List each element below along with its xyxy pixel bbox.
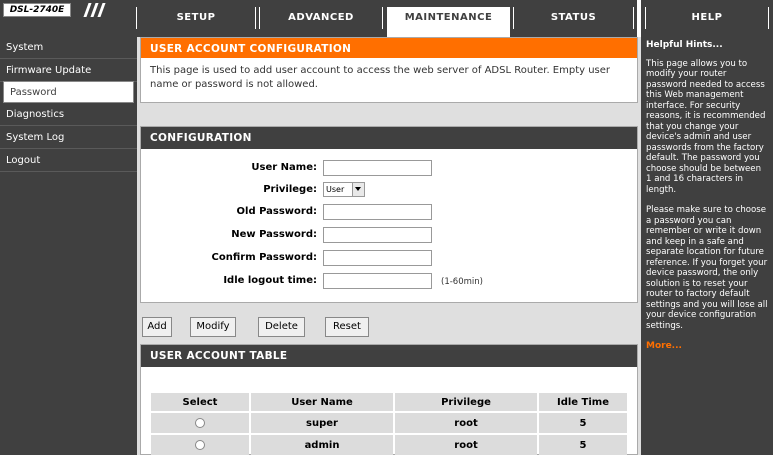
old-password-input[interactable] [323, 204, 432, 220]
select-cell [151, 413, 249, 433]
idle-time-cell: 5 [539, 413, 627, 433]
tab-help[interactable]: HELP [645, 7, 769, 29]
tab-maintenance[interactable]: MAINTENANCE [387, 7, 510, 37]
select-cell [151, 435, 249, 455]
confirm-password-row: Confirm Password: [141, 250, 639, 268]
section-title: USER ACCOUNT CONFIGURATION [141, 38, 637, 58]
account-table-section: USER ACCOUNT TABLE Select User Name Priv… [140, 344, 638, 455]
sidebar-item-diagnostics[interactable]: Diagnostics [0, 104, 137, 126]
idle-logout-label: Idle logout time: [223, 275, 317, 286]
table-header-row: Select User Name Privilege Idle Time [151, 393, 627, 411]
account-config-section: USER ACCOUNT CONFIGURATION This page is … [140, 37, 638, 103]
sidebar: System Firmware Update Password Diagnost… [0, 37, 137, 455]
idle-time-cell: 5 [539, 435, 627, 455]
help-content: Helpful Hints... This page allows you to… [646, 37, 768, 352]
confirm-password-input[interactable] [323, 250, 432, 266]
column-header-user-name: User Name [251, 393, 393, 411]
more-link[interactable]: More... [646, 341, 768, 352]
new-password-input[interactable] [323, 227, 432, 243]
help-paragraph: Please make sure to choose a password yo… [646, 205, 768, 331]
sidebar-item-firmware-update[interactable]: Firmware Update [0, 60, 137, 82]
privilege-label: Privilege: [263, 184, 317, 195]
chevron-down-icon [352, 183, 364, 196]
tab-advanced[interactable]: ADVANCED [259, 7, 383, 29]
user-name-label: User Name: [251, 162, 317, 173]
help-panel: Helpful Hints... This page allows you to… [641, 37, 773, 455]
idle-logout-row: Idle logout time: (1-60min) [141, 273, 639, 291]
column-header-select: Select [151, 393, 249, 411]
help-title: Helpful Hints... [646, 40, 723, 50]
tab-status[interactable]: STATUS [513, 7, 634, 29]
privilege-row: Privilege: User [141, 182, 639, 200]
old-password-label: Old Password: [236, 206, 317, 217]
select-radio[interactable] [195, 439, 205, 450]
router-logo: DSL-2740E [0, 0, 130, 37]
model-badge: DSL-2740E [3, 3, 71, 17]
new-password-label: New Password: [231, 229, 317, 240]
sidebar-item-system-log[interactable]: System Log [0, 127, 137, 149]
table-row: super root 5 [151, 413, 627, 433]
reset-button[interactable]: Reset [325, 317, 369, 337]
privilege-value: User [326, 185, 345, 194]
logo-slash [97, 3, 106, 17]
modify-button[interactable]: Modify [190, 317, 236, 337]
idle-logout-input[interactable] [323, 273, 432, 289]
confirm-password-label: Confirm Password: [211, 252, 317, 263]
section-title: CONFIGURATION [141, 127, 637, 149]
sidebar-item-logout[interactable]: Logout [0, 150, 137, 172]
column-header-idle-time: Idle Time [539, 393, 627, 411]
user-name-cell: admin [251, 435, 393, 455]
column-header-privilege: Privilege [395, 393, 537, 411]
tab-setup[interactable]: SETUP [136, 7, 256, 29]
table-row: admin root 5 [151, 435, 627, 455]
main-content: USER ACCOUNT CONFIGURATION This page is … [137, 37, 641, 455]
sidebar-item-password[interactable]: Password [3, 81, 134, 103]
privilege-cell: root [395, 413, 537, 433]
privilege-select[interactable]: User [323, 182, 365, 197]
section-description: This page is used to add user account to… [150, 65, 611, 90]
top-tabs: SETUP ADVANCED MAINTENANCE STATUS [130, 0, 637, 37]
configuration-section: CONFIGURATION User Name: Privilege: User… [140, 126, 638, 303]
privilege-cell: root [395, 435, 537, 455]
user-name-input[interactable] [323, 160, 432, 176]
user-name-cell: super [251, 413, 393, 433]
user-account-table: Select User Name Privilege Idle Time sup… [149, 391, 629, 457]
sidebar-item-system[interactable]: System [0, 37, 137, 59]
select-radio[interactable] [195, 417, 205, 428]
new-password-row: New Password: [141, 227, 639, 245]
idle-logout-hint: (1-60min) [441, 277, 483, 287]
section-title: USER ACCOUNT TABLE [141, 345, 637, 367]
user-name-row: User Name: [141, 160, 639, 178]
add-button[interactable]: Add [142, 317, 172, 337]
delete-button[interactable]: Delete [258, 317, 305, 337]
help-tab-bar: HELP [641, 0, 773, 37]
old-password-row: Old Password: [141, 204, 639, 222]
help-paragraph: This page allows you to modify your rout… [646, 58, 766, 195]
